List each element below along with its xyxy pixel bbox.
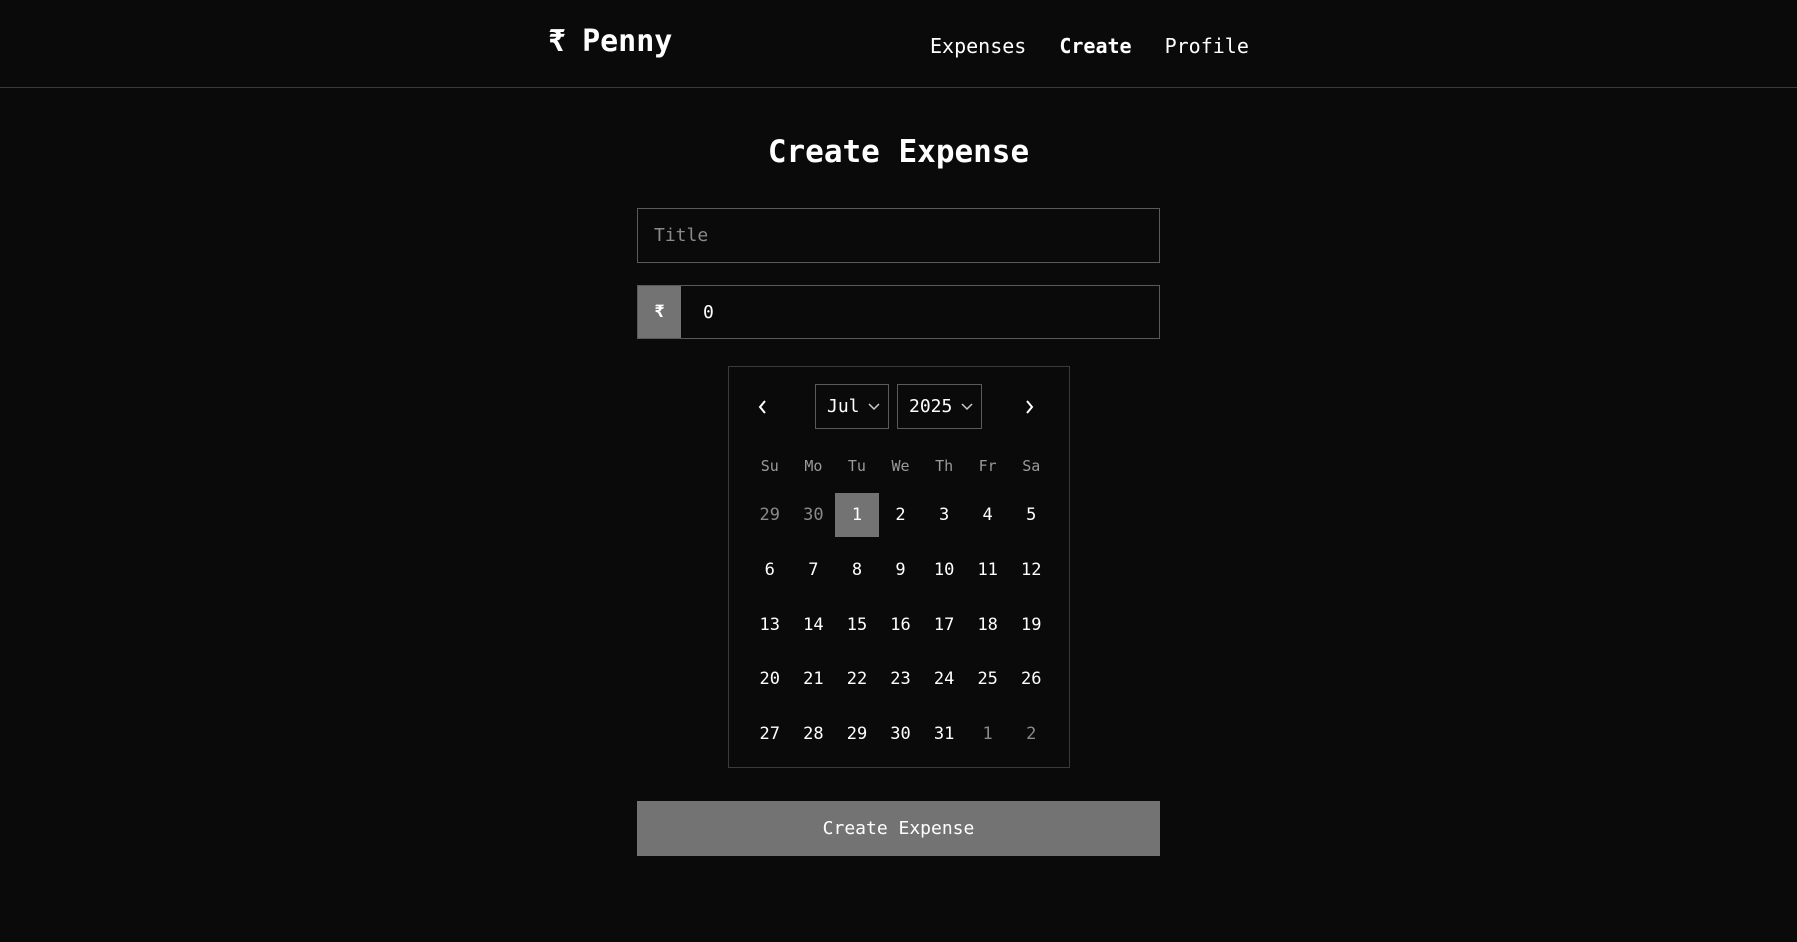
calendar-header: Jul 2025	[729, 384, 1069, 429]
calendar-day[interactable]: 6	[748, 548, 792, 592]
calendar-day[interactable]: 14	[792, 603, 836, 647]
top-header: ₹ Penny Expenses Create Profile	[0, 0, 1797, 88]
brand-logo[interactable]: ₹ Penny	[548, 24, 672, 59]
calendar-week-row: 13 14 15 16 17 18 19	[748, 603, 1053, 647]
calendar-weeks: 29 30 1 2 3 4 5 6 7 8 9 10 11 12 13 14 15 16 17 18 19 20 21 22 2…	[748, 493, 1053, 756]
prev-month-button[interactable]	[745, 384, 781, 429]
amount-input[interactable]	[681, 286, 1159, 338]
calendar-day-outside[interactable]: 2	[1009, 712, 1053, 756]
year-select-value: 2025	[909, 396, 953, 417]
calendar-day[interactable]: 12	[1009, 548, 1053, 592]
calendar-grid: Su Mo Tu We Th Fr Sa 29 30 1 2 3 4 5 6 7 8 9 10 11 12…	[748, 453, 1053, 767]
calendar-day[interactable]: 29	[835, 712, 879, 756]
chevron-down-icon	[868, 403, 880, 411]
calendar-day[interactable]: 7	[792, 548, 836, 592]
date-picker: Jul 2025 Su Mo Tu We Th Fr Sa 29 30 1 2 3	[728, 366, 1070, 768]
calendar-day[interactable]: 19	[1009, 603, 1053, 647]
calendar-day[interactable]: 16	[879, 603, 923, 647]
calendar-day[interactable]: 3	[922, 493, 966, 537]
calendar-day[interactable]: 4	[966, 493, 1010, 537]
calendar-day-selected[interactable]: 1	[835, 493, 879, 537]
weekday-label: Sa	[1022, 457, 1041, 475]
chevron-down-icon	[961, 403, 973, 411]
calendar-day-outside[interactable]: 29	[748, 493, 792, 537]
calendar-week-row: 29 30 1 2 3 4 5	[748, 493, 1053, 537]
calendar-day[interactable]: 2	[879, 493, 923, 537]
weekday-label: Th	[935, 457, 954, 475]
calendar-week-row: 27 28 29 30 31 1 2	[748, 712, 1053, 756]
calendar-day[interactable]: 5	[1009, 493, 1053, 537]
nav-expenses[interactable]: Expenses	[930, 34, 1026, 58]
calendar-day[interactable]: 20	[748, 657, 792, 701]
chevron-left-icon	[758, 399, 766, 414]
weekday-label: Tu	[847, 457, 866, 475]
calendar-day[interactable]: 23	[879, 657, 923, 701]
nav-create[interactable]: Create	[1059, 34, 1131, 58]
calendar-day[interactable]: 30	[879, 712, 923, 756]
calendar-day-outside[interactable]: 1	[966, 712, 1010, 756]
calendar-day[interactable]: 11	[966, 548, 1010, 592]
weekday-row: Su Mo Tu We Th Fr Sa	[748, 453, 1053, 479]
page-title: Create Expense	[767, 134, 1030, 170]
brand-name: Penny	[582, 24, 673, 59]
weekday-label: Fr	[978, 457, 997, 475]
month-select[interactable]: Jul	[815, 384, 889, 429]
calendar-day[interactable]: 31	[922, 712, 966, 756]
calendar-day[interactable]: 17	[922, 603, 966, 647]
calendar-day[interactable]: 27	[748, 712, 792, 756]
calendar-day[interactable]: 24	[922, 657, 966, 701]
amount-field: ₹	[637, 285, 1160, 339]
weekday-label: Mo	[804, 457, 823, 475]
calendar-day-outside[interactable]: 30	[792, 493, 836, 537]
calendar-day[interactable]: 13	[748, 603, 792, 647]
calendar-day[interactable]: 21	[792, 657, 836, 701]
next-month-button[interactable]	[1011, 384, 1047, 429]
weekday-label: Su	[760, 457, 779, 475]
month-select-value: Jul	[827, 396, 860, 417]
nav-profile[interactable]: Profile	[1165, 34, 1249, 58]
year-select[interactable]: 2025	[897, 384, 982, 429]
calendar-day[interactable]: 28	[792, 712, 836, 756]
calendar-day[interactable]: 22	[835, 657, 879, 701]
weekday-label: We	[891, 457, 910, 475]
main-nav: Expenses Create Profile	[930, 34, 1249, 58]
chevron-right-icon	[1026, 399, 1034, 414]
rupee-icon: ₹	[548, 24, 567, 59]
title-input[interactable]	[637, 208, 1160, 263]
calendar-day[interactable]: 10	[922, 548, 966, 592]
currency-prefix: ₹	[638, 286, 681, 338]
calendar-day[interactable]: 18	[966, 603, 1010, 647]
calendar-day[interactable]: 15	[835, 603, 879, 647]
calendar-day[interactable]: 8	[835, 548, 879, 592]
calendar-week-row: 20 21 22 23 24 25 26	[748, 657, 1053, 701]
calendar-day[interactable]: 25	[966, 657, 1010, 701]
calendar-day[interactable]: 9	[879, 548, 923, 592]
calendar-week-row: 6 7 8 9 10 11 12	[748, 548, 1053, 592]
create-expense-button[interactable]: Create Expense	[637, 801, 1160, 856]
calendar-day[interactable]: 26	[1009, 657, 1053, 701]
